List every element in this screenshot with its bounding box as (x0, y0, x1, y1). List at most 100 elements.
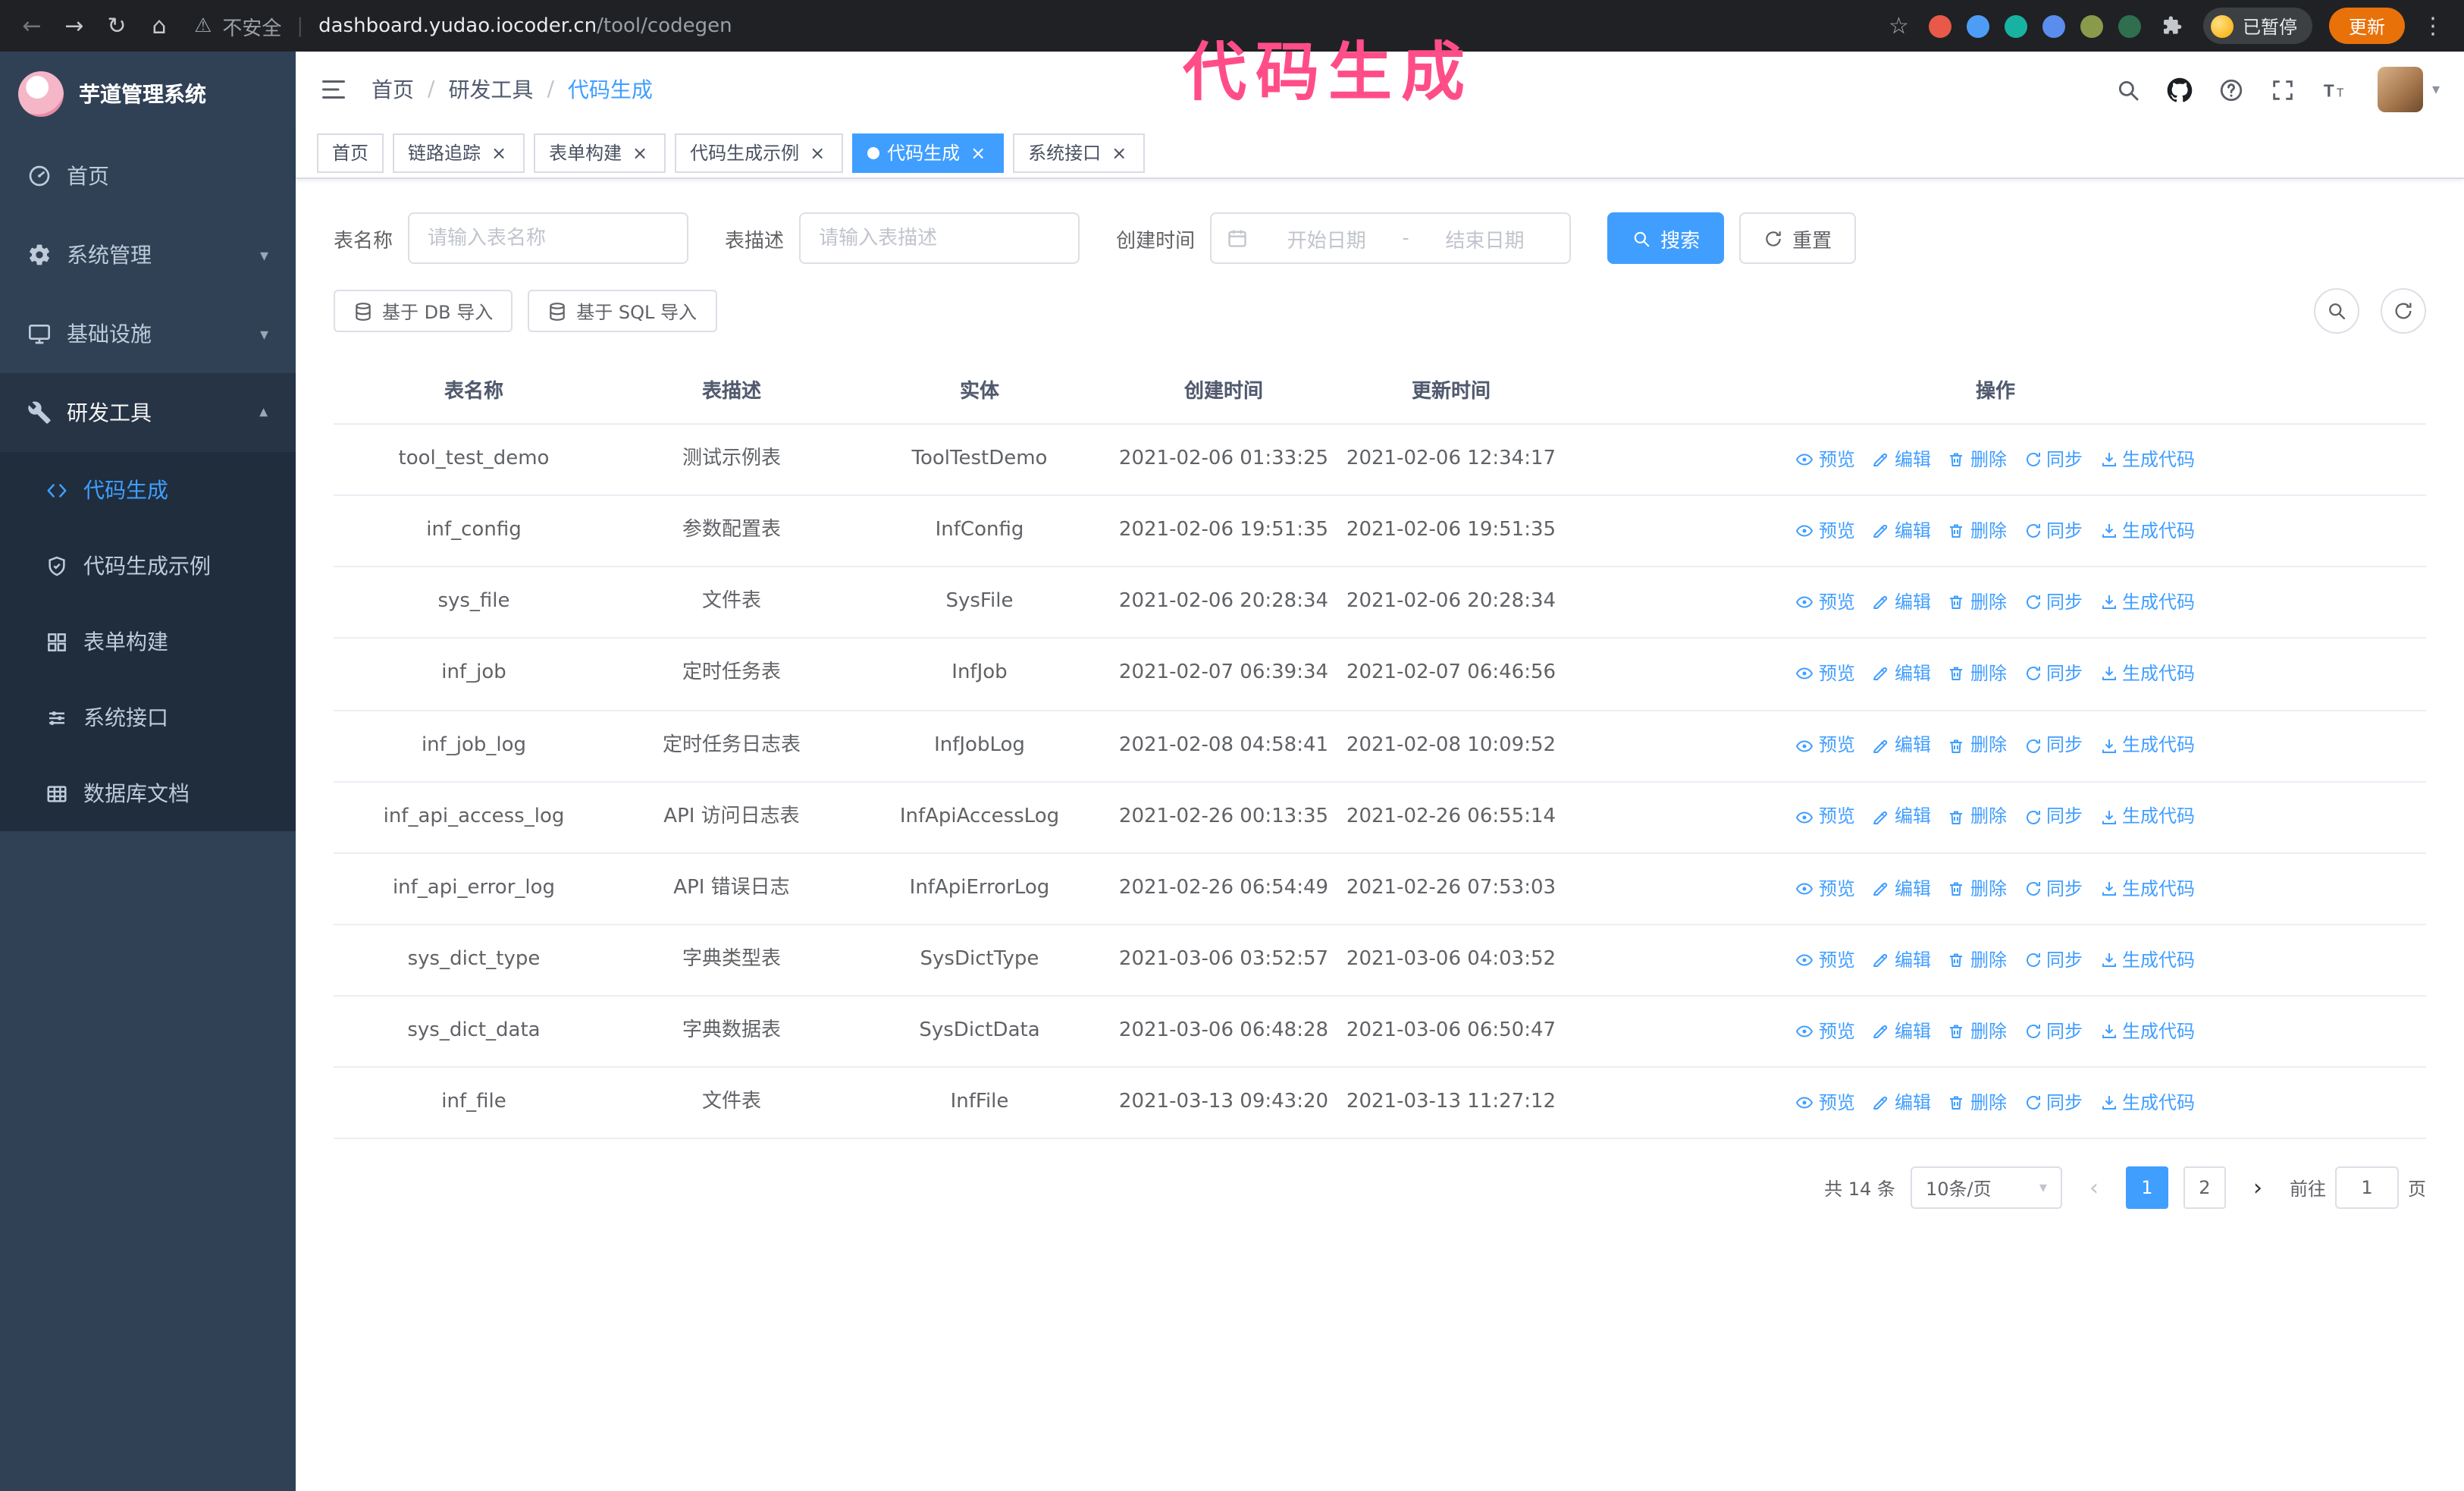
tab-home[interactable]: 首页 (317, 133, 384, 172)
next-page-icon[interactable]: › (2241, 1175, 2274, 1202)
table-name-input[interactable] (408, 212, 689, 264)
extension-icon[interactable] (2118, 14, 2141, 37)
update-button[interactable]: 更新 (2328, 8, 2405, 44)
delete-link[interactable]: 删除 (1948, 803, 2007, 831)
edit-link[interactable]: 编辑 (1872, 446, 1931, 474)
close-icon[interactable]: × (629, 142, 650, 163)
forward-icon[interactable]: → (55, 6, 94, 46)
extension-icon[interactable] (1966, 14, 1989, 37)
edit-link[interactable]: 编辑 (1872, 946, 1931, 975)
edit-link[interactable]: 编辑 (1872, 803, 1931, 831)
sidebar-item-codegen[interactable]: 代码生成 (0, 452, 296, 528)
delete-link[interactable]: 删除 (1948, 1018, 2007, 1046)
edit-link[interactable]: 编辑 (1872, 1089, 1931, 1117)
breadcrumb-item[interactable]: 首页 (371, 74, 414, 105)
extension-icon[interactable] (2080, 14, 2103, 37)
sync-link[interactable]: 同步 (2024, 803, 2083, 831)
search-icon[interactable] (2115, 77, 2141, 102)
sidebar-collapse-icon[interactable] (320, 76, 347, 103)
delete-link[interactable]: 删除 (1948, 732, 2007, 760)
page-button-2[interactable]: 2 (2183, 1166, 2226, 1210)
generate-code-link[interactable]: 生成代码 (2099, 874, 2195, 902)
tab-codegen[interactable]: 代码生成 × (852, 133, 1005, 172)
generate-code-link[interactable]: 生成代码 (2099, 446, 2195, 474)
delete-link[interactable]: 删除 (1948, 446, 2007, 474)
generate-code-link[interactable]: 生成代码 (2099, 1089, 2195, 1117)
help-icon[interactable] (2218, 77, 2244, 102)
delete-link[interactable]: 删除 (1948, 517, 2007, 545)
extension-icon[interactable] (2004, 14, 2027, 37)
edit-link[interactable]: 编辑 (1872, 732, 1931, 760)
breadcrumb-item[interactable]: 研发工具 (448, 74, 533, 105)
preview-link[interactable]: 预览 (1796, 517, 1855, 545)
close-icon[interactable]: × (967, 142, 989, 163)
close-icon[interactable]: × (1108, 142, 1130, 163)
github-icon[interactable] (2167, 77, 2193, 102)
extension-icon[interactable] (1928, 14, 1951, 37)
sync-link[interactable]: 同步 (2024, 732, 2083, 760)
bookmark-star-icon[interactable]: ☆ (1889, 12, 1909, 39)
fullscreen-icon[interactable] (2270, 77, 2296, 102)
refresh-table-button[interactable] (2381, 288, 2426, 334)
address-bar[interactable]: ⚠ 不安全 | dashboard.yudao.iocoder.cn/tool/… (194, 11, 1863, 40)
profile-paused-chip[interactable]: 已暂停 (2202, 8, 2312, 44)
tab-form-builder[interactable]: 表单构建 × (534, 133, 666, 172)
sync-link[interactable]: 同步 (2024, 660, 2083, 688)
sync-link[interactable]: 同步 (2024, 1018, 2083, 1046)
goto-page-input[interactable] (2334, 1166, 2399, 1210)
preview-link[interactable]: 预览 (1796, 660, 1855, 688)
edit-link[interactable]: 编辑 (1872, 517, 1931, 545)
prev-page-icon[interactable]: ‹ (2077, 1175, 2111, 1202)
sidebar-item-form-builder[interactable]: 表单构建 (0, 604, 296, 680)
generate-code-link[interactable]: 生成代码 (2099, 660, 2195, 688)
sidebar-item-codegen-example[interactable]: 代码生成示例 (0, 528, 296, 604)
sync-link[interactable]: 同步 (2024, 446, 2083, 474)
tab-system-api[interactable]: 系统接口 × (1013, 133, 1146, 172)
edit-link[interactable]: 编辑 (1872, 660, 1931, 688)
table-desc-input[interactable] (799, 212, 1080, 264)
sidebar-item-db-docs[interactable]: 数据库文档 (0, 755, 296, 831)
preview-link[interactable]: 预览 (1796, 874, 1855, 902)
preview-link[interactable]: 预览 (1796, 946, 1855, 975)
close-icon[interactable]: × (807, 142, 828, 163)
import-sql-button[interactable]: 基于 SQL 导入 (528, 290, 716, 332)
generate-code-link[interactable]: 生成代码 (2099, 589, 2195, 617)
reload-icon[interactable]: ↻ (97, 6, 136, 46)
preview-link[interactable]: 预览 (1796, 803, 1855, 831)
back-icon[interactable]: ← (12, 6, 52, 46)
preview-link[interactable]: 预览 (1796, 446, 1855, 474)
delete-link[interactable]: 删除 (1948, 874, 2007, 902)
font-size-icon[interactable] (2321, 77, 2347, 102)
generate-code-link[interactable]: 生成代码 (2099, 803, 2195, 831)
tab-trace[interactable]: 链路追踪 × (393, 133, 525, 172)
generate-code-link[interactable]: 生成代码 (2099, 946, 2195, 975)
sync-link[interactable]: 同步 (2024, 589, 2083, 617)
sidebar-item-dev-tools[interactable]: 研发工具 ▾ (0, 373, 296, 452)
user-menu[interactable]: ▾ (2377, 67, 2440, 112)
date-range-picker[interactable]: 开始日期 - 结束日期 (1210, 212, 1572, 264)
kebab-menu-icon[interactable]: ⋮ (2414, 12, 2452, 39)
preview-link[interactable]: 预览 (1796, 732, 1855, 760)
edit-link[interactable]: 编辑 (1872, 589, 1931, 617)
toggle-search-button[interactable] (2314, 288, 2359, 334)
extension-icon[interactable] (2042, 14, 2065, 37)
edit-link[interactable]: 编辑 (1872, 1018, 1931, 1046)
preview-link[interactable]: 预览 (1796, 1018, 1855, 1046)
extensions-puzzle-icon[interactable] (2159, 14, 2183, 38)
sidebar-item-home[interactable]: 首页 (0, 137, 296, 215)
home-icon[interactable]: ⌂ (140, 6, 179, 46)
delete-link[interactable]: 删除 (1948, 1089, 2007, 1117)
close-icon[interactable]: × (488, 142, 509, 163)
sidebar-item-system-management[interactable]: 系统管理 ▾ (0, 215, 296, 294)
generate-code-link[interactable]: 生成代码 (2099, 1018, 2195, 1046)
logo[interactable]: 芋道管理系统 (0, 52, 296, 137)
edit-link[interactable]: 编辑 (1872, 874, 1931, 902)
sync-link[interactable]: 同步 (2024, 946, 2083, 975)
search-button[interactable]: 搜索 (1607, 212, 1725, 264)
delete-link[interactable]: 删除 (1948, 946, 2007, 975)
sync-link[interactable]: 同步 (2024, 517, 2083, 545)
sync-link[interactable]: 同步 (2024, 1089, 2083, 1117)
sidebar-item-system-api[interactable]: 系统接口 (0, 680, 296, 755)
page-size-select[interactable]: 10条/页 ▾ (1910, 1166, 2062, 1210)
preview-link[interactable]: 预览 (1796, 1089, 1855, 1117)
